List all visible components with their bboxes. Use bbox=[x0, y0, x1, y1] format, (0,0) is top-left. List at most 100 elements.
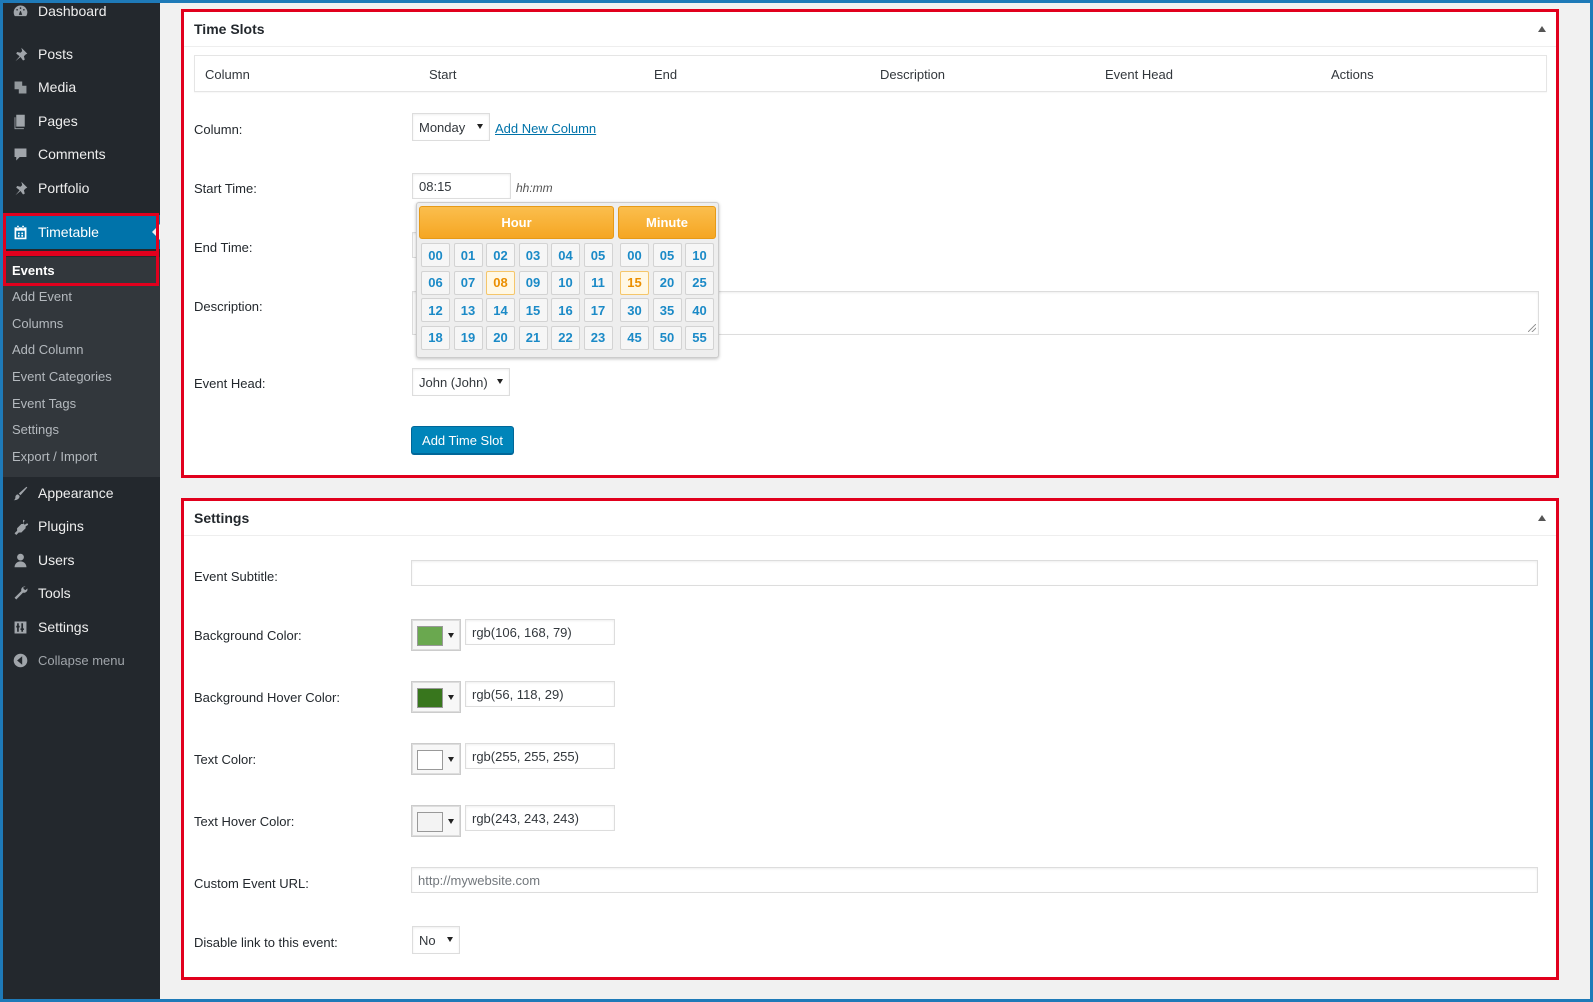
chevron-down-icon bbox=[448, 757, 454, 762]
collapse-menu-button[interactable]: Collapse menu bbox=[3, 643, 160, 677]
submenu-item-settings[interactable]: Settings bbox=[3, 416, 160, 442]
sidebar-item-label: Plugins bbox=[38, 518, 84, 534]
submenu-item-event-categories[interactable]: Event Categories bbox=[3, 363, 160, 389]
sidebar-item-tools[interactable]: Tools bbox=[3, 576, 160, 610]
chevron-down-icon bbox=[477, 124, 483, 129]
text-hover-color-picker[interactable] bbox=[411, 805, 461, 837]
hour-cell[interactable]: 23 bbox=[583, 325, 613, 350]
table-header-cell: Column bbox=[205, 67, 250, 82]
brush-icon bbox=[11, 484, 29, 502]
collapse-toggle-icon[interactable] bbox=[1538, 515, 1546, 521]
sidebar-item-label: Collapse menu bbox=[38, 652, 125, 668]
comments-icon bbox=[11, 145, 29, 163]
minute-cell[interactable]: 35 bbox=[652, 298, 682, 322]
start-time-label: Start Time: bbox=[194, 181, 257, 196]
hour-cell[interactable]: 15 bbox=[518, 298, 548, 322]
minute-cell[interactable]: 30 bbox=[620, 298, 649, 322]
hour-cell[interactable]: 08 bbox=[486, 270, 515, 295]
minute-cell[interactable]: 45 bbox=[620, 325, 649, 350]
submenu-item-columns[interactable]: Columns bbox=[3, 310, 160, 336]
hour-cell[interactable]: 16 bbox=[551, 298, 580, 322]
submenu-label: Events bbox=[12, 262, 55, 278]
hour-cell[interactable]: 14 bbox=[486, 298, 515, 322]
sidebar-item-appearance[interactable]: Appearance bbox=[3, 476, 160, 510]
text-hover-color-input[interactable]: rgb(243, 243, 243) bbox=[465, 805, 615, 831]
hour-cell[interactable]: 10 bbox=[551, 270, 580, 295]
sidebar-item-pages[interactable]: Pages bbox=[3, 104, 160, 138]
event-head-select[interactable]: John (John) bbox=[412, 368, 510, 396]
hour-cell[interactable]: 02 bbox=[486, 243, 515, 267]
hour-cell[interactable]: 18 bbox=[421, 325, 450, 350]
custom-event-url-input[interactable]: http://mywebsite.com bbox=[411, 867, 1538, 893]
sidebar-item-timetable[interactable]: Timetable bbox=[3, 215, 160, 249]
minute-cell[interactable]: 50 bbox=[652, 325, 682, 350]
minute-cell[interactable]: 40 bbox=[685, 298, 714, 322]
hour-cell[interactable]: 01 bbox=[453, 243, 483, 267]
hour-cell[interactable]: 04 bbox=[551, 243, 580, 267]
sidebar-item-settings[interactable]: Settings bbox=[3, 610, 160, 644]
sidebar-item-posts[interactable]: Posts bbox=[3, 37, 160, 71]
submenu-item-event-tags[interactable]: Event Tags bbox=[3, 390, 160, 416]
background-hover-color-picker[interactable] bbox=[411, 681, 461, 713]
sidebar-item-dashboard[interactable]: Dashboard bbox=[3, 3, 160, 28]
wp-admin-window: Dashboard Posts Media Pages Comments Por… bbox=[3, 3, 1590, 999]
minute-cell[interactable]: 05 bbox=[652, 243, 682, 267]
sidebar-item-media[interactable]: Media bbox=[3, 70, 160, 104]
hour-cell[interactable]: 21 bbox=[518, 325, 548, 350]
hour-cell[interactable]: 07 bbox=[453, 270, 483, 295]
minute-cell[interactable]: 20 bbox=[652, 270, 682, 295]
disable-link-select[interactable]: No bbox=[412, 926, 460, 954]
hour-cell[interactable]: 20 bbox=[486, 325, 515, 350]
event-subtitle-input[interactable] bbox=[411, 560, 1538, 586]
minute-cell[interactable]: 55 bbox=[685, 325, 714, 350]
hour-cell[interactable]: 00 bbox=[421, 243, 450, 267]
collapse-icon bbox=[11, 651, 29, 669]
hour-cell[interactable]: 19 bbox=[453, 325, 483, 350]
background-color-picker[interactable] bbox=[411, 619, 461, 651]
start-time-input[interactable]: 08:15 bbox=[412, 173, 511, 199]
plugin-icon bbox=[11, 517, 29, 535]
chevron-down-icon bbox=[448, 633, 454, 638]
add-time-slot-button[interactable]: Add Time Slot bbox=[411, 426, 514, 454]
text-color-picker[interactable] bbox=[411, 743, 461, 775]
sidebar-item-portfolio[interactable]: Portfolio bbox=[3, 171, 160, 205]
hour-cell[interactable]: 12 bbox=[421, 298, 450, 322]
table-header-cell: Event Head bbox=[1105, 67, 1173, 82]
hour-cell[interactable]: 11 bbox=[583, 270, 613, 295]
hour-cell[interactable]: 06 bbox=[421, 270, 450, 295]
hour-cell[interactable]: 22 bbox=[551, 325, 580, 350]
sidebar-item-users[interactable]: Users bbox=[3, 543, 160, 577]
input-value: rgb(243, 243, 243) bbox=[472, 810, 579, 826]
users-icon bbox=[11, 551, 29, 569]
sidebar-item-comments[interactable]: Comments bbox=[3, 137, 160, 171]
sidebar-item-plugins[interactable]: Plugins bbox=[3, 509, 160, 543]
hour-cell[interactable]: 05 bbox=[583, 243, 613, 267]
column-select[interactable]: Monday bbox=[412, 113, 490, 141]
minute-header: Minute bbox=[618, 206, 716, 239]
column-label: Column: bbox=[194, 122, 243, 137]
hour-cell[interactable]: 03 bbox=[518, 243, 548, 267]
hour-cell[interactable]: 13 bbox=[453, 298, 483, 322]
submenu-item-add-event[interactable]: Add Event bbox=[3, 283, 160, 309]
collapse-toggle-icon[interactable] bbox=[1538, 26, 1546, 32]
color-swatch bbox=[417, 626, 443, 646]
table-header-cell: Actions bbox=[1331, 67, 1374, 82]
input-value: rgb(56, 118, 29) bbox=[472, 686, 564, 702]
background-color-input[interactable]: rgb(106, 168, 79) bbox=[465, 619, 615, 645]
submenu-item-events[interactable]: Events bbox=[3, 257, 160, 283]
minute-cell[interactable]: 10 bbox=[685, 243, 714, 267]
add-new-column-link[interactable]: Add New Column bbox=[495, 121, 596, 136]
minute-cell[interactable]: 25 bbox=[685, 270, 714, 295]
sidebar-item-label: Comments bbox=[38, 146, 106, 162]
submenu-item-export-import[interactable]: Export / Import bbox=[3, 443, 160, 469]
background-hover-color-input[interactable]: rgb(56, 118, 29) bbox=[465, 681, 615, 707]
hour-cell[interactable]: 09 bbox=[518, 270, 548, 295]
minute-cell[interactable]: 00 bbox=[620, 243, 649, 267]
hour-cell[interactable]: 17 bbox=[583, 298, 613, 322]
wrench-icon bbox=[11, 584, 29, 602]
submenu-item-add-column[interactable]: Add Column bbox=[3, 336, 160, 362]
resize-handle-icon[interactable] bbox=[1528, 324, 1536, 332]
text-color-input[interactable]: rgb(255, 255, 255) bbox=[465, 743, 615, 769]
submenu-label: Settings bbox=[12, 421, 59, 437]
minute-cell[interactable]: 15 bbox=[620, 270, 649, 295]
